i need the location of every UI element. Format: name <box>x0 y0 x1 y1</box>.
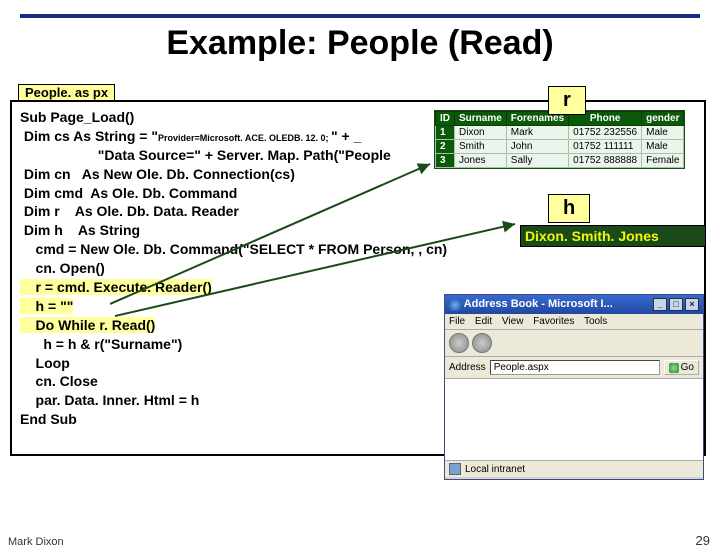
browser-title: Address Book - Microsoft I... <box>464 298 613 310</box>
code-line-highlight: r = cmd. Execute. Reader() <box>20 279 212 295</box>
data-table: ID Surname Forenames Phone gender 1 Dixo… <box>434 110 685 169</box>
code-line: cmd = New Ole. Db. Command("SELECT * FRO… <box>20 241 447 257</box>
browser-window: Address Book - Microsoft I... _ □ × File… <box>444 294 704 480</box>
ie-icon <box>449 299 461 311</box>
code-line: Dim cs As String = " <box>20 128 158 144</box>
code-line: Loop <box>20 355 70 371</box>
menu-view[interactable]: View <box>502 316 524 327</box>
code-line: "Data Source=" + Server. Map. Path("Peop… <box>20 147 391 163</box>
table-row: 1 Dixon Mark 01752 232556 Male <box>436 126 684 140</box>
code-line: Dim r As Ole. Db. Data. Reader <box>20 203 239 219</box>
browser-titlebar: Address Book - Microsoft I... _ □ × <box>445 295 703 314</box>
slide-title: Example: People (Read) <box>0 24 720 63</box>
code-line: Dim h As String <box>20 222 140 238</box>
minimize-icon[interactable]: _ <box>653 298 667 311</box>
code-line: h = h & r("Surname") <box>20 336 182 352</box>
nav-back-icon[interactable] <box>449 333 469 353</box>
variable-h-label: h <box>548 194 590 223</box>
code-small: Provider=Microsoft. ACE. OLEDB. 12. 0; <box>158 133 331 143</box>
menu-file[interactable]: File <box>449 316 465 327</box>
go-icon <box>669 363 679 373</box>
intranet-icon <box>449 463 461 475</box>
nav-forward-icon[interactable] <box>472 333 492 353</box>
file-label: People. as px <box>18 84 115 101</box>
th-surname: Surname <box>455 112 507 126</box>
code-line: Sub Page_Load() <box>20 109 134 125</box>
close-icon[interactable]: × <box>685 298 699 311</box>
table-row: 2 Smith John 01752 111111 Male <box>436 140 684 154</box>
code-line: cn. Open() <box>20 260 105 276</box>
footer-author: Mark Dixon <box>8 536 64 548</box>
variable-r-label: r <box>548 86 586 115</box>
top-rule <box>20 14 700 18</box>
menu-favorites[interactable]: Favorites <box>533 316 574 327</box>
th-gender: gender <box>642 112 684 126</box>
code-line: " + _ <box>331 128 361 144</box>
code-line-highlight: Do While r. Read() <box>20 317 155 333</box>
browser-statusbar: Local intranet <box>445 461 703 477</box>
go-button[interactable]: Go <box>664 360 699 375</box>
code-line: End Sub <box>20 411 77 427</box>
menu-edit[interactable]: Edit <box>475 316 492 327</box>
status-text: Local intranet <box>465 464 525 475</box>
browser-viewport <box>445 379 703 461</box>
code-line: Dim cmd As Ole. Db. Command <box>20 185 237 201</box>
browser-toolbar <box>445 330 703 357</box>
code-line-highlight: h = "" <box>20 298 73 314</box>
th-id: ID <box>436 112 455 126</box>
address-input[interactable]: People.aspx <box>490 360 660 375</box>
footer-page-number: 29 <box>696 533 710 548</box>
code-line: cn. Close <box>20 373 98 389</box>
maximize-icon[interactable]: □ <box>669 298 683 311</box>
browser-addressbar: Address People.aspx Go <box>445 357 703 379</box>
code-line: Dim cn As New Ole. Db. Connection(cs) <box>20 166 295 182</box>
address-label: Address <box>449 362 486 373</box>
menu-tools[interactable]: Tools <box>584 316 607 327</box>
h-value-display: Dixon. Smith. Jones <box>520 225 706 247</box>
table-row: 3 Jones Sally 01752 888888 Female <box>436 154 684 168</box>
code-line: par. Data. Inner. Html = h <box>20 392 199 408</box>
browser-menubar: File Edit View Favorites Tools <box>445 314 703 330</box>
